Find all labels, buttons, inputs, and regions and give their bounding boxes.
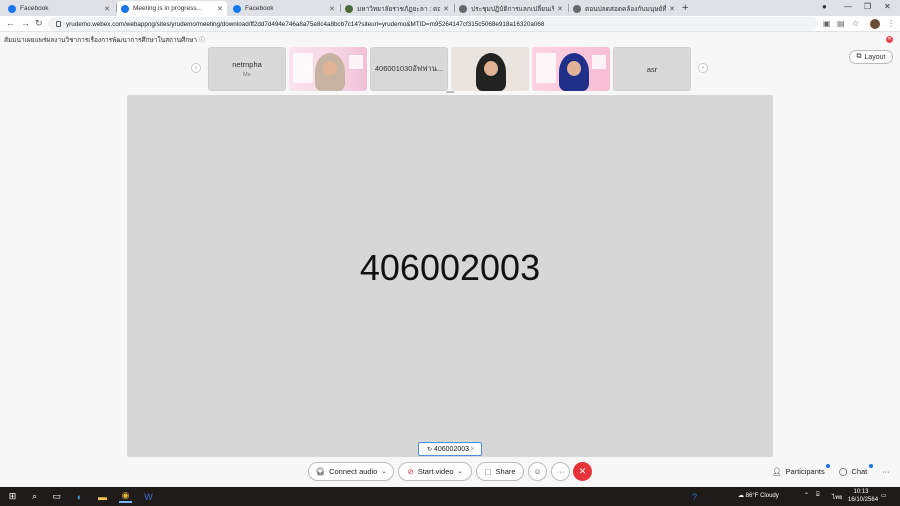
- site-icon: [345, 4, 353, 13]
- windows-start-icon[interactable]: ⊞: [6, 490, 19, 503]
- browser-tab-active[interactable]: Meeting is in progress... ✕: [117, 1, 227, 16]
- globe-icon: [459, 4, 467, 13]
- smiley-icon: ☺: [533, 467, 542, 476]
- more-panels-button[interactable]: ···: [882, 467, 890, 476]
- bookmark-star-icon[interactable]: ☆: [852, 19, 859, 28]
- active-speaker-name: 406002003: [359, 247, 541, 288]
- info-icon[interactable]: ⓘ: [199, 38, 205, 44]
- headset-icon: 🎧︎: [315, 467, 326, 476]
- translate-icon[interactable]: ▤: [837, 19, 845, 28]
- notifications-icon[interactable]: ▭: [881, 492, 887, 499]
- close-tab-icon[interactable]: ✕: [217, 5, 223, 13]
- window-close-icon[interactable]: ✕: [884, 2, 891, 11]
- leave-close-icon[interactable]: ✕: [886, 36, 893, 43]
- reactions-button[interactable]: ☺: [528, 462, 547, 481]
- word-icon[interactable]: W: [142, 490, 155, 503]
- close-tab-icon[interactable]: ✕: [104, 5, 110, 13]
- file-explorer-icon[interactable]: ▬: [96, 490, 109, 503]
- cloud-icon: ☁: [738, 493, 744, 499]
- close-tab-icon[interactable]: ✕: [669, 5, 675, 13]
- help-icon[interactable]: ?: [688, 490, 701, 503]
- notification-dot: [869, 464, 873, 468]
- new-tab-button[interactable]: +: [682, 2, 688, 14]
- reload-icon[interactable]: ↻: [35, 18, 43, 29]
- chat-icon: ◯: [839, 467, 848, 476]
- language-indicator[interactable]: ไทย: [832, 492, 843, 502]
- extension-icon[interactable]: ▣: [823, 19, 831, 28]
- video-off-icon: ⊘: [407, 467, 414, 476]
- share-icon: ⬚: [484, 467, 492, 476]
- close-tab-icon[interactable]: ✕: [329, 5, 335, 13]
- chevron-down-icon: ⌄: [457, 469, 463, 475]
- browser-menu-icon[interactable]: ⋮: [887, 19, 895, 28]
- profile-avatar[interactable]: [870, 19, 880, 29]
- start-video-button[interactable]: ⊘ Start video ⌄: [398, 462, 472, 481]
- connect-audio-button[interactable]: 🎧︎ Connect audio ⌄: [308, 462, 394, 481]
- participant-video-tile[interactable]: [532, 47, 610, 91]
- weather-widget[interactable]: ☁ 86°F Cloudy: [738, 492, 779, 499]
- browser-toolbar: ← → ↻ yrudemo.webex.com/webappng/sites/y…: [0, 16, 900, 32]
- participants-icon: 👤︎: [772, 467, 782, 476]
- network-icon[interactable]: ⌸: [816, 492, 820, 499]
- edge-icon[interactable]: ◐: [73, 490, 86, 503]
- close-tab-icon[interactable]: ✕: [557, 5, 563, 13]
- restore-icon[interactable]: ❐: [864, 2, 871, 11]
- minimize-icon[interactable]: —: [844, 2, 852, 11]
- facebook-icon: [233, 4, 241, 13]
- browser-tab[interactable]: ตอนปลดสอดคล้องกับมนุษย์ที่ยกจัดการ... ✕: [569, 1, 679, 16]
- notification-dot: [826, 464, 830, 468]
- active-speaker-label[interactable]: ↻ 406002003 ›: [418, 442, 482, 456]
- tab-search-icon[interactable]: ●: [822, 2, 827, 11]
- layout-button[interactable]: ⧉ Layout: [849, 50, 893, 64]
- address-bar[interactable]: yrudemo.webex.com/webappng/sites/yrudemo…: [48, 17, 818, 31]
- chevron-down-icon: ⌄: [381, 469, 387, 475]
- end-meeting-button[interactable]: ✕: [573, 462, 592, 481]
- chevron-right-icon: ›: [471, 446, 474, 452]
- audio-off-icon: ↻: [426, 446, 432, 453]
- browser-tab[interactable]: ประชุมปฏิบัติการแลกเปลี่ยนเรียนรู้ โคบ..…: [455, 1, 567, 16]
- chat-button[interactable]: ◯ Chat: [839, 467, 867, 476]
- layout-icon: ⧉: [856, 53, 862, 60]
- webex-icon: [121, 4, 129, 13]
- more-options-button[interactable]: ···: [551, 462, 570, 481]
- thumbnails-prev-icon[interactable]: ‹: [191, 63, 201, 73]
- lock-icon: [56, 21, 61, 27]
- thumbnails-next-icon[interactable]: ›: [698, 63, 708, 73]
- task-view-icon[interactable]: ▭: [50, 490, 63, 503]
- participant-video-tile[interactable]: [289, 47, 367, 91]
- forward-icon[interactable]: →: [21, 18, 30, 28]
- tray-chevron-icon[interactable]: ⌃: [804, 492, 809, 499]
- search-icon[interactable]: ⌕: [28, 490, 41, 503]
- share-button[interactable]: ⬚ Share: [476, 462, 524, 481]
- globe-icon: [573, 4, 581, 13]
- url-text: yrudemo.webex.com/webappng/sites/yrudemo…: [66, 20, 545, 28]
- chrome-icon[interactable]: ◉: [119, 490, 132, 503]
- more-icon: ···: [556, 467, 565, 476]
- participant-tile[interactable]: 406001030อัฟฟาน...: [370, 47, 448, 91]
- active-speaker-stage: 406002003 ↻ 406002003 ›: [127, 95, 773, 457]
- browser-tab[interactable]: Facebook ✕: [229, 1, 339, 16]
- os-taskbar: ⊞ ⌕ ▭ ◐ ▬ ◉ W ? ☁ 86°F Cloudy ⌃ ⌸ ไทย 10…: [0, 487, 900, 506]
- participants-button[interactable]: 👤︎ Participants: [772, 467, 825, 476]
- participant-tile[interactable]: netrnpha Me: [208, 47, 286, 91]
- browser-tab[interactable]: มหาวิทยาลัยราชภัฏยะลา : ตอนบ่ายของ... ✕: [341, 1, 453, 16]
- participant-tile[interactable]: asr: [613, 47, 691, 91]
- participant-video-tile[interactable]: [451, 47, 529, 91]
- browser-tab-strip: Facebook ✕ Meeting is in progress... ✕ F…: [0, 0, 900, 16]
- meeting-title: สัมมนาเผยแพร่ผลงานวิชาการเรื่องการพัฒนาก…: [4, 37, 205, 44]
- back-icon[interactable]: ←: [6, 18, 15, 28]
- facebook-icon: [8, 4, 16, 13]
- browser-tab[interactable]: Facebook ✕: [4, 1, 114, 16]
- resize-grip[interactable]: [446, 91, 454, 93]
- close-tab-icon[interactable]: ✕: [443, 5, 449, 13]
- more-icon: ···: [882, 467, 890, 476]
- clock[interactable]: 10:13 16/10/2564: [848, 488, 878, 504]
